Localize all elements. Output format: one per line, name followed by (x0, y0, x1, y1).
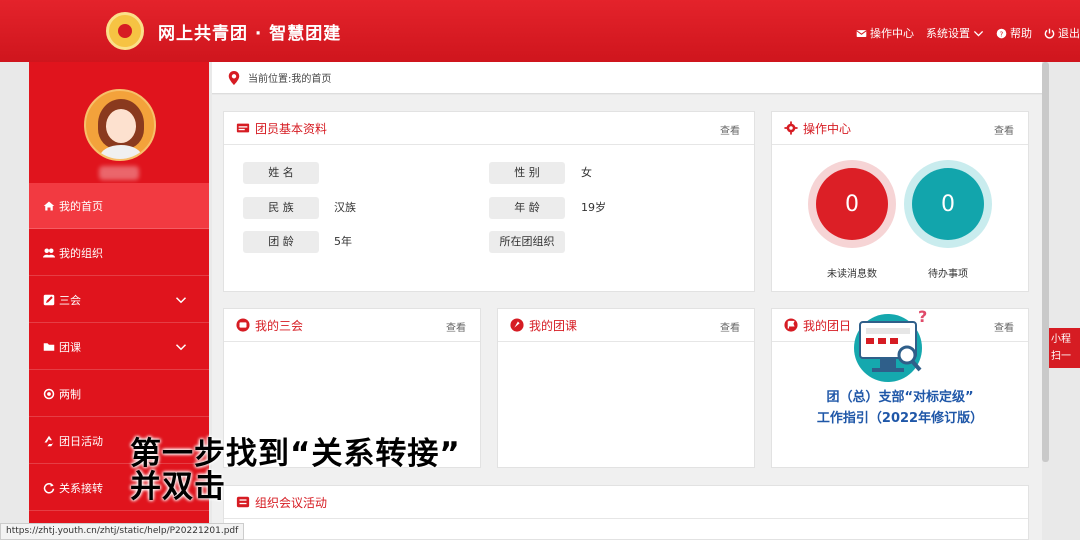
link-status-bar: https://zhtj.youth.cn/zhtj/static/help/P… (0, 523, 245, 540)
panel-title: 团员基本资料 (236, 120, 327, 137)
page-scrollbar[interactable] (1042, 62, 1049, 462)
promo-line-1: 团（总）支部“对标定级” (826, 390, 974, 405)
panel-header: 我的三会 查看 (224, 309, 480, 342)
chevron-down-icon (175, 297, 187, 304)
svg-text:?: ? (1000, 30, 1004, 38)
top-nav: 操作中心 系统设置 ? 帮助 退出 (856, 25, 1080, 41)
panel-title: 操作中心 (784, 120, 851, 137)
todo-circle[interactable]: 0 (904, 160, 992, 248)
chevron-down-icon (175, 344, 187, 351)
side-tab-line-1: 小程 (1051, 334, 1071, 345)
sanhui-view-link[interactable]: 查看 (446, 319, 466, 334)
panel-title-text: 我的团课 (529, 318, 578, 333)
rocket-icon (510, 318, 524, 332)
unread-messages-circle[interactable]: 0 (808, 160, 896, 248)
folder-icon (43, 342, 55, 351)
field-value-gender: 女 (581, 166, 592, 179)
field-label-gender: 性 别 (489, 162, 565, 184)
panel-title-text: 操作中心 (803, 121, 852, 136)
panel-header: 我的团课 查看 (498, 309, 754, 342)
field-label-name: 姓 名 (243, 162, 319, 184)
help-icon: ? (996, 28, 1007, 38)
nav-label: 系统设置 (926, 27, 970, 40)
nav-logout[interactable]: 退出 (1044, 25, 1080, 41)
tuanke-panel: 我的团课 查看 (497, 308, 755, 468)
username-blurred (99, 166, 139, 180)
sidebar-item-label: 三会 (59, 293, 81, 307)
breadcrumb: 当前位置:我的首页 (212, 62, 1042, 94)
nav-operations-center[interactable]: 操作中心 (856, 25, 914, 41)
instruction-overlay: 第一步找到“关系转接” 并双击 (130, 438, 461, 504)
side-tab-line-2: 扫一 (1051, 351, 1071, 362)
chevron-down-icon (973, 30, 984, 37)
sidebar-item-tuanke[interactable]: 团课 (29, 324, 209, 370)
league-emblem-logo (106, 12, 144, 50)
panel-header: 团员基本资料 查看 (224, 112, 754, 145)
panel-title: 我的三会 (236, 317, 303, 334)
overlay-line-2: 并双击 (130, 469, 226, 505)
profile-view-link[interactable]: 查看 (720, 122, 740, 137)
power-icon (1044, 28, 1055, 38)
sidebar-item-liangzhi[interactable]: 两制 (29, 371, 209, 417)
field-label-ethnicity: 民 族 (243, 197, 319, 219)
unread-count: 0 (816, 168, 888, 240)
field-label-league-org: 所在团组织 (489, 231, 565, 253)
field-label-league-age: 团 龄 (243, 231, 319, 253)
panel-title: 我的团课 (510, 317, 577, 334)
id-card-icon (236, 123, 250, 133)
promo-line-2: 工作指引（2022年修订版） (816, 411, 984, 426)
sidebar-item-label: 团课 (59, 340, 81, 354)
site-title: 网上共青团 · 智慧团建 (158, 24, 342, 44)
panel-title-text: 我的三会 (255, 318, 304, 333)
tuanri-view-link[interactable]: 查看 (994, 319, 1014, 334)
sidebar-item-sanhui[interactable]: 三会 (29, 277, 209, 323)
guide-document-icon[interactable]: ? (850, 308, 930, 384)
edit-icon (43, 294, 55, 305)
home-icon (43, 201, 55, 210)
panel-title-text: 团员基本资料 (255, 121, 328, 136)
nav-label: 操作中心 (870, 27, 914, 40)
svg-text:?: ? (918, 308, 927, 326)
profile-panel: 团员基本资料 查看 姓 名 性 别 女 民 族 汉族 年 龄 19岁 团 龄 5… (223, 111, 755, 292)
flag-icon (784, 318, 798, 332)
refresh-icon (43, 482, 55, 494)
sidebar-item-label: 我的组织 (59, 246, 103, 260)
todo-label: 待办事项 (928, 269, 968, 280)
meeting-icon (236, 318, 250, 332)
envelope-icon (856, 29, 867, 37)
sidebar-item-label: 两制 (59, 387, 81, 401)
mini-program-tab[interactable]: 小程 扫一 (1049, 328, 1080, 368)
overlay-line-1: 第一步找到“关系转接” (130, 436, 461, 472)
sidebar-item-label: 团日活动 (59, 434, 103, 448)
promo-title[interactable]: 团（总）支部“对标定级” 工作指引（2022年修订版） (772, 387, 1028, 429)
users-icon (43, 248, 55, 257)
recycle-icon (44, 435, 54, 446)
nav-help[interactable]: ? 帮助 (996, 25, 1032, 41)
panel-title: 我的团日 (784, 317, 851, 334)
circle-dot-icon (43, 388, 55, 399)
field-value-league-age: 5年 (334, 235, 352, 248)
sidebar-item-label: 我的首页 (59, 199, 103, 213)
panel-header: 操作中心 查看 (772, 112, 1028, 145)
ops-center-panel: 操作中心 查看 0 未读消息数 0 待办事项 (771, 111, 1029, 292)
field-label-age: 年 龄 (489, 197, 565, 219)
ops-view-link[interactable]: 查看 (994, 122, 1014, 137)
nav-system-settings[interactable]: 系统设置 (926, 25, 984, 41)
top-header: 网上共青团 · 智慧团建 操作中心 系统设置 ? 帮助 退出 (0, 0, 1080, 62)
todo-count: 0 (912, 168, 984, 240)
field-value-age: 19岁 (581, 201, 606, 214)
panel-title-text: 我的团日 (803, 318, 852, 333)
location-pin-icon (228, 70, 240, 85)
nav-label: 退出 (1058, 27, 1080, 40)
nav-label: 帮助 (1010, 27, 1032, 40)
avatar[interactable] (84, 89, 156, 161)
sidebar-item-home[interactable]: 我的首页 (29, 183, 209, 229)
gear-icon (784, 121, 798, 135)
tuanke-view-link[interactable]: 查看 (720, 319, 740, 334)
field-value-ethnicity: 汉族 (334, 201, 356, 214)
sidebar-item-my-org[interactable]: 我的组织 (29, 230, 209, 276)
sidebar-item-label: 关系接转 (59, 481, 103, 495)
unread-label: 未读消息数 (827, 269, 877, 280)
breadcrumb-text: 当前位置:我的首页 (248, 74, 332, 85)
